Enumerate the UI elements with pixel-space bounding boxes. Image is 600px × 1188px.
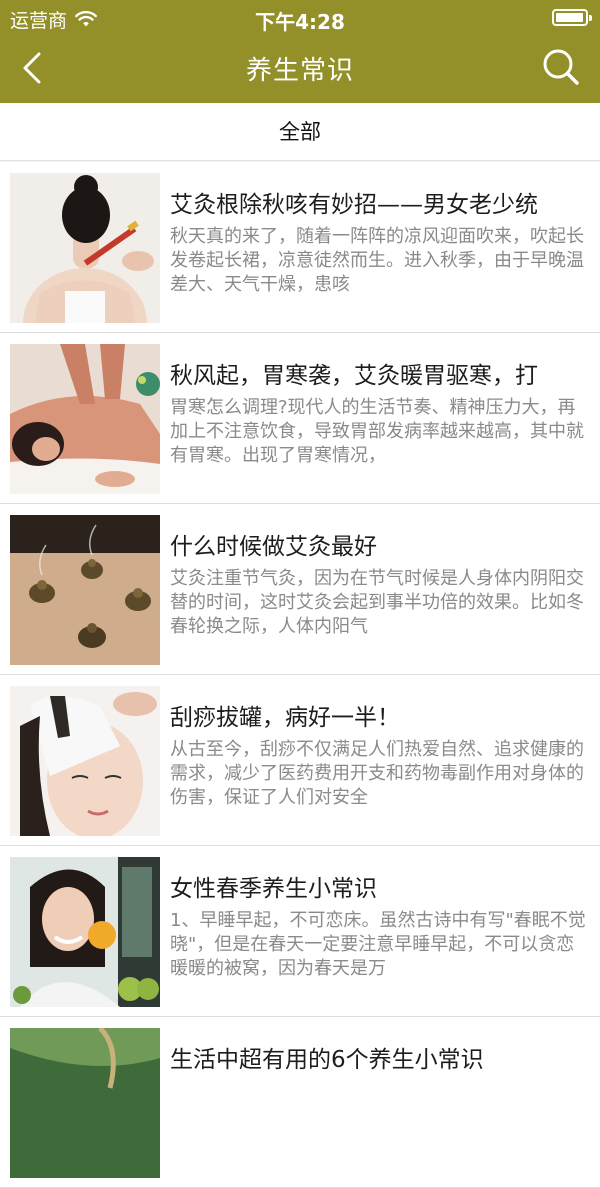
article-thumbnail <box>10 515 160 665</box>
page-title: 养生常识 <box>245 56 354 86</box>
article-title: 女性春季养生小常识 <box>170 876 377 902</box>
article-list-item[interactable]: 什么时候做艾灸最好 艾灸注重节气灸，因为在节气时候是人身体内阴阳交替的时间，这时… <box>0 504 600 675</box>
article-list-item[interactable]: 艾灸根除秋咳有妙招——男女老少统 秋天真的来了，随着一阵阵的凉风迎面吹来，吹起长… <box>0 162 600 333</box>
article-list-item[interactable]: 生活中超有用的6个养生小常识 <box>0 1017 600 1188</box>
article-list: 艾灸根除秋咳有妙招——男女老少统 秋天真的来了，随着一阵阵的凉风迎面吹来，吹起长… <box>0 162 600 1188</box>
article-summary: 秋天真的来了，随着一阵阵的凉风迎面吹来，吹起长发卷起长裙，凉意徒然而生。进入秋季… <box>170 226 584 295</box>
article-thumbnail <box>10 686 160 836</box>
battery-icon <box>552 9 592 26</box>
article-title: 刮痧拔罐，病好一半！ <box>170 705 400 731</box>
category-tab-all[interactable]: 全部 <box>0 103 600 161</box>
article-thumbnail <box>10 1028 160 1178</box>
article-list-item[interactable]: 女性春季养生小常识 1、早睡早起，不可恋床。虽然古诗中有写"春眠不觉晓"，但是在… <box>0 846 600 1017</box>
facial-scraping-photo <box>10 686 160 836</box>
article-summary: 艾灸注重节气灸，因为在节气时候是人身体内阴阳交替的时间，这时艾灸会起到事半功倍的… <box>170 568 584 637</box>
article-summary: 胃寒怎么调理?现代人的生活节奏、精神压力大，再加上不注意饮食，导致胃部发病率越来… <box>170 397 584 466</box>
article-title: 什么时候做艾灸最好 <box>170 534 377 560</box>
massage-spa-photo <box>10 344 160 494</box>
status-bar: 运营商 下午4:28 <box>0 0 600 34</box>
greenery-photo <box>10 1028 160 1178</box>
status-time: 下午4:28 <box>255 10 345 34</box>
article-title: 秋风起，胃寒袭，艾灸暖胃驱寒，打 <box>170 363 538 389</box>
article-title: 艾灸根除秋咳有妙招——男女老少统 <box>170 192 538 218</box>
woman-orange-photo <box>10 857 160 1007</box>
article-summary: 从古至今，刮痧不仅满足人们热爱自然、追求健康的需求，减少了医药费用开支和药物毒副… <box>170 739 584 808</box>
article-title: 生活中超有用的6个养生小常识 <box>170 1047 484 1073</box>
article-summary <box>170 1080 592 1152</box>
search-button[interactable] <box>540 46 582 88</box>
nav-bar: 养生常识 <box>0 34 600 103</box>
article-thumbnail <box>10 173 160 323</box>
article-thumbnail <box>10 344 160 494</box>
moxa-cones-photo <box>10 515 160 665</box>
article-list-item[interactable]: 秋风起，胃寒袭，艾灸暖胃驱寒，打 胃寒怎么调理?现代人的生活节奏、精神压力大，再… <box>0 333 600 504</box>
article-summary: 1、早睡早起，不可恋床。虽然古诗中有写"春眠不觉晓"，但是在春天一定要注意早睡早… <box>170 910 586 979</box>
article-list-item[interactable]: 刮痧拔罐，病好一半！ 从古至今，刮痧不仅满足人们热爱自然、追求健康的需求，减少了… <box>0 675 600 846</box>
battery-level <box>556 13 583 22</box>
moxibustion-back-photo <box>10 173 160 323</box>
app-header: 运营商 下午4:28 养生常识 <box>0 0 600 103</box>
article-thumbnail <box>10 857 160 1007</box>
search-icon <box>543 49 579 85</box>
